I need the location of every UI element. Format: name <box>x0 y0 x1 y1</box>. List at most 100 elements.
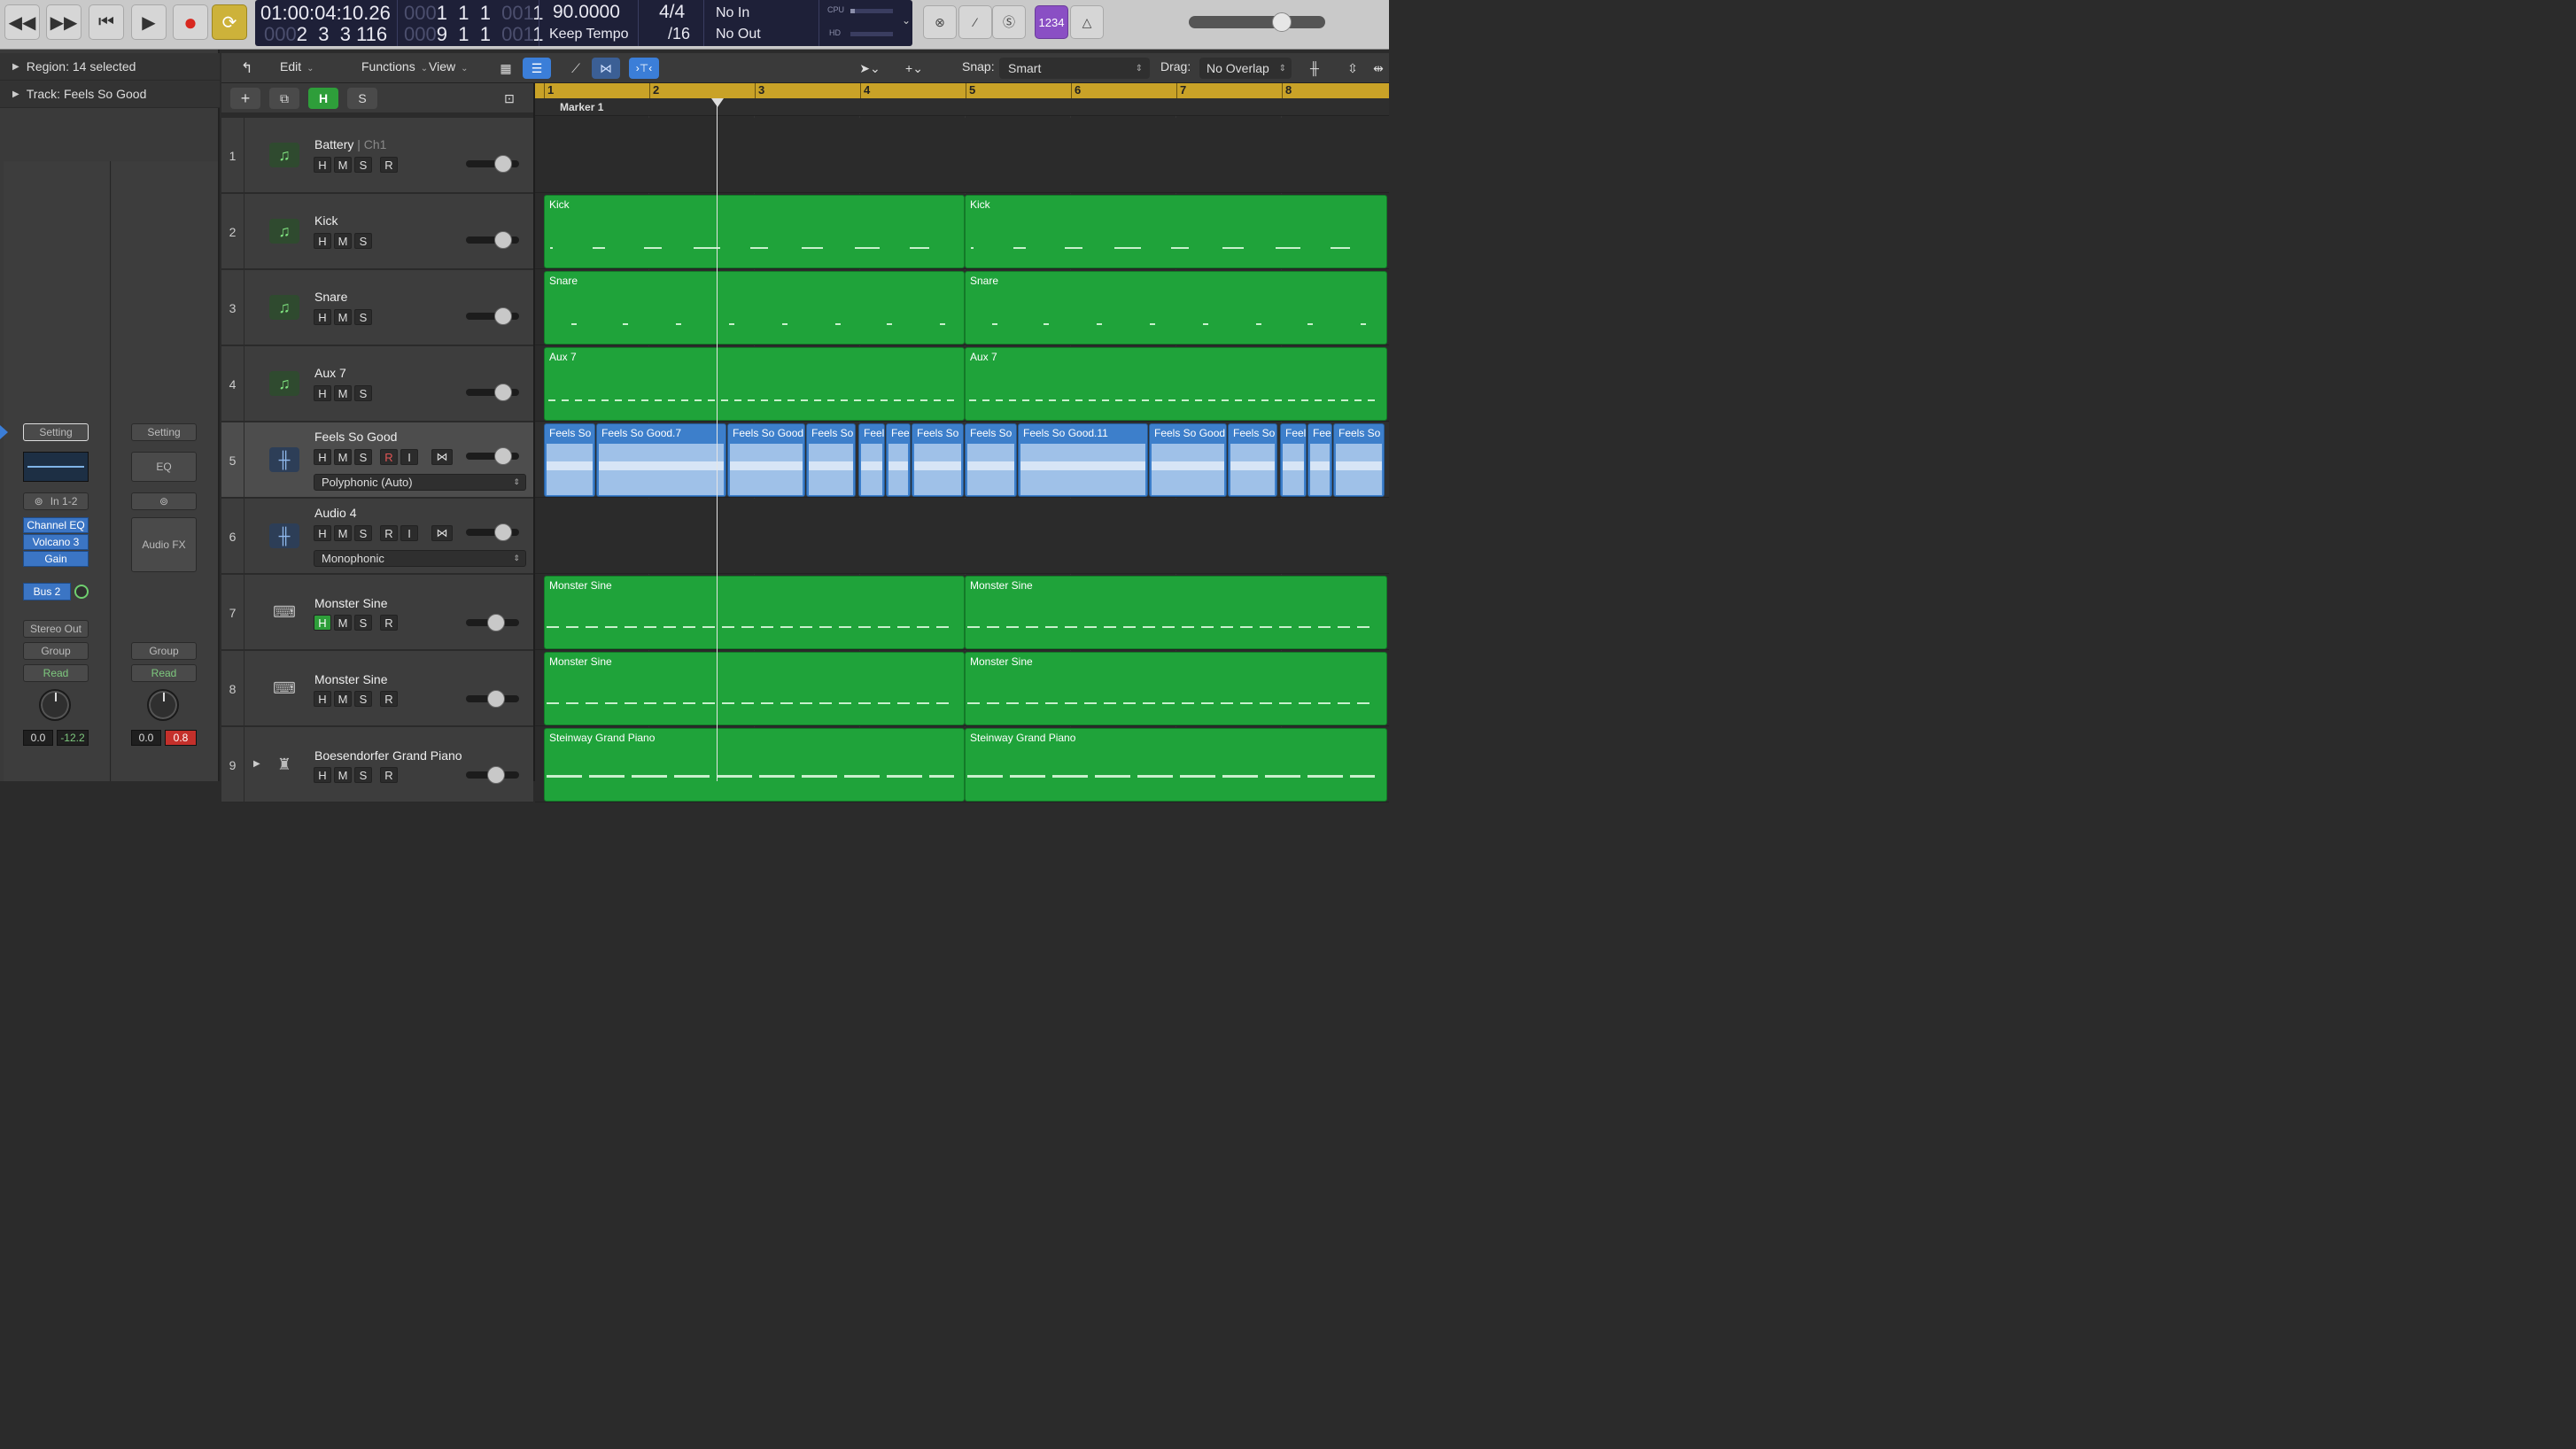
midi-region[interactable]: Snare <box>544 271 965 345</box>
playhead-handle-icon[interactable] <box>711 98 724 107</box>
track-volume-slider[interactable] <box>466 155 519 173</box>
hide-button[interactable]: H <box>314 767 331 783</box>
lcd-tempo-mode[interactable]: Keep Tempo <box>549 27 629 43</box>
slider-knob[interactable] <box>487 690 505 708</box>
lcd-tempo[interactable]: 90.0000 <box>553 2 620 23</box>
audio-region[interactable]: Feels So <box>1228 423 1277 497</box>
track-volume-slider[interactable] <box>466 766 519 784</box>
global-solo-button[interactable]: S <box>347 88 377 109</box>
slider-knob[interactable] <box>487 766 505 784</box>
hide-button[interactable]: H <box>314 233 331 249</box>
midi-region[interactable]: Monster Sine <box>965 652 1387 725</box>
slider-knob[interactable] <box>494 384 512 401</box>
input-monitor-button[interactable]: I <box>400 449 418 465</box>
lcd-division[interactable]: /16 <box>668 25 690 43</box>
audio-region[interactable]: Feels So <box>1333 423 1385 497</box>
pointer-tool-icon[interactable]: ➤⌄ <box>852 58 888 79</box>
track-volume-slider[interactable] <box>466 384 519 401</box>
back-icon[interactable]: ↰ <box>241 59 252 77</box>
track-header[interactable]: 9 ▶ ♜ Boesendorfer Grand Piano H M S R <box>221 727 533 802</box>
solo-button[interactable]: S <box>354 385 372 401</box>
group-button[interactable]: Group <box>131 642 197 660</box>
catch-playhead-icon[interactable]: ›⊤‹ <box>629 58 659 79</box>
hide-button[interactable]: H <box>314 157 331 173</box>
drag-dropdown[interactable]: No Overlap ⇕ <box>1199 58 1292 79</box>
hide-button[interactable]: H <box>314 691 331 707</box>
metronome-icon[interactable]: △ <box>1070 5 1104 39</box>
flex-mode-dropdown[interactable]: Monophonic ⇕ <box>314 550 526 567</box>
eq-thumbnail[interactable] <box>23 452 89 482</box>
send-level-knob[interactable] <box>74 585 89 599</box>
setting-button[interactable]: Setting <box>131 423 197 441</box>
group-button[interactable]: Group <box>23 642 89 660</box>
slider-knob[interactable] <box>494 447 512 465</box>
waveform-zoom-icon[interactable]: ╫ <box>1299 58 1331 79</box>
audio-region[interactable]: Feels So Good <box>1149 423 1227 497</box>
bar-ruler[interactable]: 1 2 3 4 5 6 7 8 <box>535 83 1389 98</box>
slider-knob[interactable] <box>494 307 512 325</box>
hide-tracks-button[interactable]: H <box>308 88 338 109</box>
add-track-button[interactable]: + <box>230 88 260 109</box>
solo-button[interactable]: S <box>354 309 372 325</box>
track-volume-slider[interactable] <box>466 523 519 541</box>
master-volume-slider[interactable] <box>1189 12 1325 32</box>
flex-icon[interactable]: ⋈ <box>592 58 620 79</box>
region-inspector-header[interactable]: ▶ Region: 14 selected <box>0 53 220 81</box>
link-icon[interactable]: ⊚ <box>131 492 197 510</box>
track-lane[interactable]: Kick Kick <box>535 194 1389 269</box>
track-name[interactable]: Boesendorfer Grand Piano <box>314 748 462 763</box>
hide-button[interactable]: H <box>314 615 331 631</box>
track-name[interactable]: Monster Sine <box>314 672 387 686</box>
lcd-chevron-down-icon[interactable]: ⌄ <box>902 14 911 27</box>
slider-knob[interactable] <box>487 614 505 632</box>
plugin-slot[interactable]: Gain <box>23 551 89 567</box>
track-lane[interactable] <box>535 118 1389 193</box>
hide-button[interactable]: H <box>314 309 331 325</box>
go-to-beginning-icon[interactable]: ⏮ <box>89 4 124 40</box>
audio-region[interactable]: Feels So <box>806 423 856 497</box>
track-inspector-header[interactable]: ▶ Track: Feels So Good <box>0 81 220 108</box>
cycle-icon[interactable]: ⟳ <box>212 4 247 40</box>
audio-region[interactable]: Feel <box>858 423 885 497</box>
track-header[interactable]: 3 ♫ Snare H M S <box>221 270 533 345</box>
track-name[interactable]: Audio 4 <box>314 506 356 520</box>
solo-button[interactable]: S <box>354 157 372 173</box>
solo-button[interactable]: S <box>354 767 372 783</box>
mute-button[interactable]: M <box>334 525 352 541</box>
record-enable-button[interactable]: R <box>380 767 398 783</box>
automation-mode-button[interactable]: Read <box>23 664 89 682</box>
record-icon[interactable]: ● <box>173 4 208 40</box>
send-slot[interactable]: Bus 2 <box>23 583 71 601</box>
audio-region[interactable]: Feel <box>1280 423 1307 497</box>
flex-icon[interactable]: ⋈ <box>431 449 453 465</box>
volume-value[interactable]: 0.0 <box>131 730 161 746</box>
duplicate-track-icon[interactable]: ⧉ <box>269 88 299 109</box>
solo-button[interactable]: S <box>354 691 372 707</box>
volume-value[interactable]: 0.0 <box>23 730 53 746</box>
mute-button[interactable]: M <box>334 615 352 631</box>
marker-lane[interactable]: Marker 1 <box>535 98 1389 116</box>
replace-icon[interactable]: ⊗ <box>923 5 957 39</box>
track-volume-slider[interactable] <box>466 614 519 632</box>
eq-button[interactable]: EQ <box>131 452 197 482</box>
hide-button[interactable]: H <box>314 525 331 541</box>
audio-region[interactable]: Feels So <box>544 423 595 497</box>
fast-forward-icon[interactable]: ▶▶ <box>46 4 81 40</box>
slider-knob[interactable] <box>494 155 512 173</box>
track-lane[interactable]: Monster Sine Monster Sine <box>535 575 1389 650</box>
midi-region[interactable]: Monster Sine <box>544 652 965 725</box>
vertical-zoom-icon[interactable]: ⇳ <box>1339 58 1366 79</box>
midi-region[interactable]: Monster Sine <box>965 576 1387 649</box>
track-name[interactable]: Snare <box>314 290 347 304</box>
audio-region[interactable]: Feels So Good.7 <box>596 423 726 497</box>
track-header[interactable]: 4 ♫ Aux 7 H M S <box>221 346 533 422</box>
disclosure-triangle-icon[interactable]: ▶ <box>12 89 19 99</box>
solo-icon[interactable]: Ⓢ <box>992 5 1026 39</box>
solo-button[interactable]: S <box>354 233 372 249</box>
flex-mode-dropdown[interactable]: Polyphonic (Auto) ⇕ <box>314 474 526 491</box>
pan-knob[interactable] <box>147 689 179 721</box>
mute-button[interactable]: M <box>334 449 352 465</box>
track-lane[interactable]: Steinway Grand Piano Steinway Grand Pian… <box>535 727 1389 802</box>
solo-button[interactable]: S <box>354 449 372 465</box>
setting-button[interactable]: Setting <box>23 423 89 441</box>
